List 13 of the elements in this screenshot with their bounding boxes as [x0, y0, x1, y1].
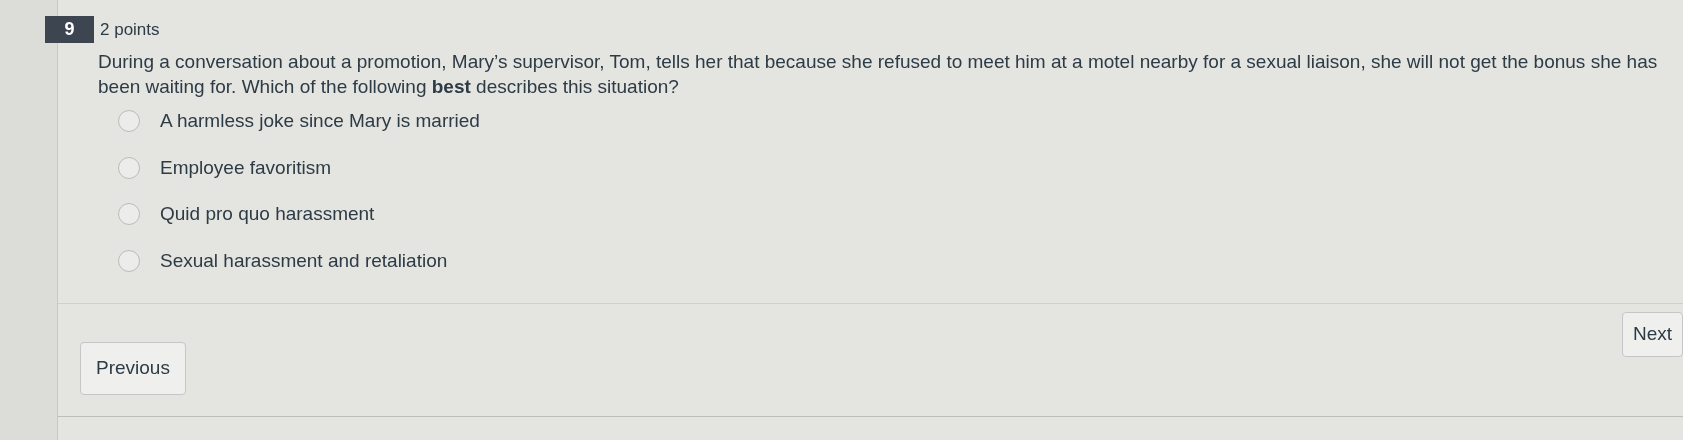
points-label: 2 points	[100, 18, 160, 41]
radio-button[interactable]	[118, 110, 140, 133]
option-label[interactable]: Sexual harassment and retaliation	[160, 246, 448, 275]
previous-button[interactable]: Previous	[80, 342, 186, 395]
question-number: 9	[45, 16, 94, 43]
radio-button[interactable]	[118, 203, 140, 226]
option-label[interactable]: Employee favoritism	[160, 153, 332, 182]
option-label[interactable]: A harmless joke since Mary is married	[160, 107, 480, 136]
radio-button[interactable]	[118, 249, 140, 272]
next-button[interactable]: Next	[1621, 312, 1683, 357]
option-label[interactable]: Quid pro quo harassment	[160, 200, 375, 229]
question-text: During a conversation about a promotion, Mary’s supervisor, Tom, tells her that because she refused to meet him at a motel nearby for a sexual liaison, she will not get the bonus she has been waiting for. Which of the following best describes this situation?	[98, 50, 1659, 99]
radio-button[interactable]	[118, 156, 140, 179]
